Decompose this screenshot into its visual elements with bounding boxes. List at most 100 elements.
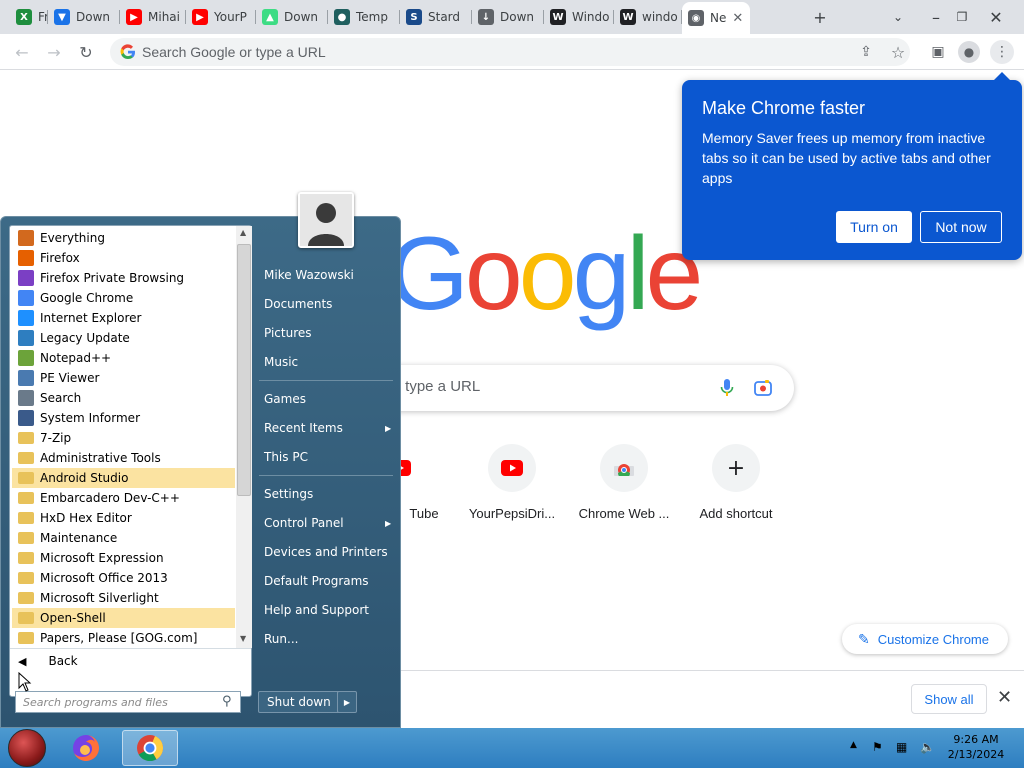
globe-icon xyxy=(18,330,34,346)
browser-tab[interactable]: ● Temp xyxy=(328,4,400,30)
chrome-menu-icon[interactable]: ⋮ xyxy=(990,40,1014,64)
program-item[interactable]: Microsoft Expression xyxy=(12,548,235,568)
action-center-flag-icon[interactable]: ⚑ xyxy=(872,740,883,754)
program-item[interactable]: Maintenance xyxy=(12,528,235,548)
restore-button[interactable]: ❐ xyxy=(950,6,974,28)
scroll-up-icon[interactable]: ▲ xyxy=(240,228,246,237)
program-item[interactable]: Papers, Please [GOG.com] xyxy=(12,628,235,648)
program-label: Google Chrome xyxy=(40,291,134,305)
start-menu-link[interactable]: Default Programs xyxy=(264,574,369,588)
browser-tab[interactable]: XFree S xyxy=(10,4,48,30)
share-icon[interactable]: ⇪ xyxy=(856,42,876,62)
browser-tab[interactable]: ↓ Down xyxy=(472,4,544,30)
start-menu-link[interactable]: Help and Support xyxy=(264,603,369,617)
scroll-down-icon[interactable]: ▼ xyxy=(240,634,246,643)
program-item[interactable]: 7-Zip xyxy=(12,428,235,448)
reload-icon[interactable]: ↻ xyxy=(76,42,96,62)
start-menu-link[interactable]: Music xyxy=(264,355,298,369)
not-now-button[interactable]: Not now xyxy=(920,211,1002,243)
program-item[interactable]: Microsoft Office 2013 xyxy=(12,568,235,588)
show-hidden-icons-arrow-icon[interactable]: ▲ xyxy=(850,740,857,750)
ntp-search-box[interactable]: r type a URL xyxy=(372,365,794,411)
program-item[interactable]: Firefox xyxy=(12,248,235,268)
shortcut-yourpepsidrink[interactable]: YourPepsiDri... xyxy=(456,444,568,521)
network-icon[interactable]: ▦ xyxy=(896,740,907,754)
minimize-button[interactable]: – xyxy=(924,6,948,28)
start-menu-link[interactable]: Settings xyxy=(264,487,313,501)
program-item[interactable]: Legacy Update xyxy=(12,328,235,348)
google-lens-icon[interactable] xyxy=(754,379,772,397)
address-bar[interactable]: Search Google or type a URL xyxy=(110,38,910,66)
taskbar-chrome[interactable] xyxy=(122,730,178,766)
browser-tab[interactable]: ▶ Mihai xyxy=(120,4,186,30)
program-label: Administrative Tools xyxy=(40,451,161,465)
browser-tab[interactable]: Wwindo xyxy=(614,4,682,30)
volume-muted-icon[interactable]: 🔈 xyxy=(920,740,935,754)
tab-search-chevron-icon[interactable]: ⌄ xyxy=(886,6,910,28)
browser-tab[interactable]: ◉ Ne ✕ xyxy=(682,2,750,34)
turn-on-button[interactable]: Turn on xyxy=(836,211,912,243)
shortcut-add[interactable]: + Add shortcut xyxy=(680,444,792,521)
program-list-scrollbar[interactable]: ▲ ▼ xyxy=(236,226,252,648)
customize-chrome-button[interactable]: ✎ Customize Chrome xyxy=(842,624,1008,654)
bookmark-star-icon[interactable]: ☆ xyxy=(888,42,908,62)
start-menu-link[interactable]: This PC xyxy=(264,450,308,464)
downloads-bar: Show all ✕ xyxy=(400,670,1024,728)
program-item[interactable]: Embarcadero Dev-C++ xyxy=(12,488,235,508)
tab-close-icon[interactable]: ✕ xyxy=(732,11,743,26)
start-menu-link[interactable]: Control Panel xyxy=(264,516,344,530)
program-item[interactable]: HxD Hex Editor xyxy=(12,508,235,528)
program-item[interactable]: Internet Explorer xyxy=(12,308,235,328)
program-item[interactable]: Open-Shell xyxy=(12,608,235,628)
taskbar-clock[interactable]: 9:26 AM 2/13/2024 xyxy=(940,732,1012,762)
close-icon[interactable]: ✕ xyxy=(997,687,1012,708)
scroll-thumb[interactable] xyxy=(237,244,251,496)
bubble-title: Make Chrome faster xyxy=(702,98,866,118)
program-item[interactable]: Microsoft Silverlight xyxy=(12,588,235,608)
browser-tab[interactable]: ▲ Down xyxy=(256,4,328,30)
monitor-icon xyxy=(18,410,34,426)
browser-tab[interactable]: S Stard xyxy=(400,4,472,30)
memory-saver-bubble: Make Chrome faster Memory Saver frees up… xyxy=(682,72,1022,260)
start-menu-link[interactable]: Mike Wazowski xyxy=(264,268,354,282)
browser-tab[interactable]: ▶ YourP xyxy=(186,4,256,30)
browser-tab[interactable]: ▼ Down xyxy=(48,4,120,30)
program-item[interactable]: PE Viewer xyxy=(12,368,235,388)
logo-letter: o xyxy=(464,216,523,332)
program-item[interactable]: Everything xyxy=(12,228,235,248)
close-window-button[interactable]: ✕ xyxy=(984,6,1008,28)
firefox-icon xyxy=(73,735,99,761)
program-item[interactable]: Google Chrome xyxy=(12,288,235,308)
voice-search-mic-icon[interactable] xyxy=(720,379,734,397)
program-item[interactable]: Search xyxy=(12,388,235,408)
clock-time: 9:26 AM xyxy=(953,733,999,746)
start-menu-link[interactable]: Pictures xyxy=(264,326,312,340)
forward-arrow-icon[interactable]: → xyxy=(44,42,64,62)
program-item[interactable]: Android Studio xyxy=(12,468,235,488)
new-tab-button[interactable]: + xyxy=(808,6,832,28)
taskbar-firefox[interactable] xyxy=(58,730,114,766)
start-menu-link[interactable]: Games xyxy=(264,392,306,406)
program-item[interactable]: Administrative Tools xyxy=(12,448,235,468)
program-item[interactable]: Notepad++ xyxy=(12,348,235,368)
program-item[interactable]: Firefox Private Browsing xyxy=(12,268,235,288)
side-panel-icon[interactable]: ▣ xyxy=(928,42,948,62)
start-button[interactable] xyxy=(8,729,46,767)
start-menu-link[interactable]: Devices and Printers xyxy=(264,545,388,559)
back-arrow-icon[interactable]: ← xyxy=(12,42,32,62)
start-search-input[interactable]: Search programs and files ⚲ xyxy=(15,691,241,713)
show-all-downloads-button[interactable]: Show all xyxy=(911,684,987,714)
firefox-private-icon xyxy=(18,270,34,286)
shut-down-options-arrow-icon[interactable]: ▶ xyxy=(337,691,357,713)
start-menu: Everything Firefox Firefox Private Browsin… xyxy=(0,216,401,728)
user-avatar[interactable] xyxy=(298,192,354,248)
start-menu-link[interactable]: Documents xyxy=(264,297,332,311)
program-item[interactable]: System Informer xyxy=(12,408,235,428)
back-button[interactable]: ◀ Back xyxy=(18,654,78,668)
submenu-arrow-icon: ▶ xyxy=(385,519,392,528)
start-menu-link[interactable]: Recent Items xyxy=(264,421,343,435)
shortcut-chrome-web-store[interactable]: Chrome Web ... xyxy=(568,444,680,521)
profile-icon[interactable]: ● xyxy=(958,41,980,63)
browser-tab[interactable]: W Windo xyxy=(544,4,614,30)
start-menu-link[interactable]: Run... xyxy=(264,632,298,646)
